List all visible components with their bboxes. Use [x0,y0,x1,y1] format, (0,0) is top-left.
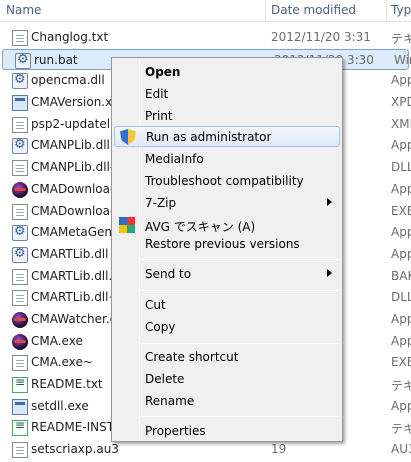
menu-item-cut[interactable]: Cut [114,295,340,316]
file-type: DLL [391,290,411,305]
menu-item-open[interactable]: Open [114,62,340,83]
file-date-modified: 2012/11/20 3:31 [271,30,371,44]
file-type: App [391,181,411,196]
menu-item-rename[interactable]: Rename [114,391,340,412]
menu-item-avg-scan[interactable]: AVG でスキャン (A) [114,215,340,236]
text-file-icon [12,375,28,393]
file-type: AU3 [391,442,411,457]
document-icon [12,290,28,307]
file-type: App [391,398,411,413]
file-type: テキ [391,379,411,393]
app-file-icon [12,398,28,415]
column-header: Name Date modified Typ [0,0,411,22]
document-icon [12,203,28,220]
menu-item-properties[interactable]: Properties [114,421,340,442]
document-icon [12,160,28,177]
file-type: App [391,73,411,88]
column-divider[interactable] [386,0,387,22]
submenu-arrow-icon [327,198,332,206]
menu-item-label: Cut [145,298,166,312]
file-name: setscriaxp.au3 [31,442,119,457]
menu-item-label: Rename [145,394,195,408]
batch-file-icon [15,52,31,69]
dll-file-icon [12,72,28,90]
menu-item-label: AVG でスキャン (A) [145,220,256,234]
menu-item-label: Send to [145,267,192,281]
menu-item-troubleshoot-compatibility[interactable]: Troubleshoot compatibility [114,171,340,192]
menu-item-run-as-administrator[interactable]: Run as administrator [114,126,340,147]
menu-item-7zip[interactable]: 7-Zip [114,193,340,214]
app-file-icon [12,95,28,112]
submenu-arrow-icon [327,269,332,277]
document-icon [12,355,28,372]
menu-item-label: Edit [145,87,169,101]
text-file-icon [12,30,28,46]
file-type: DLL [391,160,411,175]
column-date-modified[interactable]: Date modified [271,3,383,19]
cma-app-icon [12,311,28,328]
menu-item-label: Print [145,109,173,123]
column-divider[interactable] [265,0,266,22]
menu-item-mediainfo[interactable]: MediaInfo [114,149,340,170]
menu-item-label: Create shortcut [145,350,239,364]
menu-item-send-to[interactable]: Send to [114,264,340,285]
menu-item-label: Troubleshoot compatibility [145,174,304,188]
file-type: EXE [391,203,411,218]
menu-item-label: Run as administrator [146,130,272,144]
menu-item-restore-previous-versions[interactable]: Restore previous versions [114,234,340,255]
menu-item-copy[interactable]: Copy [114,317,340,338]
menu-item-label: 7-Zip [145,196,177,210]
file-type: EXE [391,355,411,370]
file-type: テキ [391,32,411,46]
dll-file-icon [12,224,28,242]
menu-item-label: Open [145,65,181,79]
file-type: XML [391,116,411,131]
menu-item-edit[interactable]: Edit [114,84,340,105]
cma-app-icon [12,333,28,350]
menu-separator [142,290,338,291]
file-type: App [391,311,411,326]
menu-item-label: MediaInfo [145,152,204,166]
menu-separator [142,343,338,344]
menu-item-label: Delete [145,372,185,386]
file-date-modified: 19 [271,442,287,457]
menu-item-print[interactable]: Print [114,106,340,127]
file-type: App [391,138,411,153]
menu-item-delete[interactable]: Delete [114,369,340,390]
document-icon [12,442,28,459]
context-menu: Open Edit Print Run as administrator Med… [111,57,343,442]
file-type: App [391,246,411,261]
file-name: Changlog.txt [31,30,109,44]
file-type: BAK [391,268,411,283]
file-type: App [391,225,411,240]
menu-item-label: Restore previous versions [145,237,300,251]
menu-item-label: Properties [145,424,206,438]
dll-file-icon [12,246,28,263]
file-type: Win [394,52,411,67]
file-type: App [391,333,411,348]
menu-separator [142,416,338,417]
uac-shield-icon [120,129,136,145]
avg-icon [119,217,135,233]
cma-app-icon [12,181,28,198]
file-type: XPD [391,95,411,110]
column-type[interactable]: Typ [391,3,411,19]
menu-item-create-shortcut[interactable]: Create shortcut [114,347,340,368]
menu-item-label: Copy [145,320,176,334]
text-file-icon [12,418,28,437]
column-name[interactable]: Name [6,3,261,19]
file-type: テキ [391,422,411,437]
menu-separator [142,259,338,260]
dll-file-icon [12,137,28,155]
document-icon [12,268,28,285]
file-row[interactable]: Changlog.txt 2012/11/20 3:31 テキ [0,27,411,49]
file-row[interactable]: setscriaxp.au3 19 AU3 [0,439,411,461]
document-icon [12,116,28,133]
